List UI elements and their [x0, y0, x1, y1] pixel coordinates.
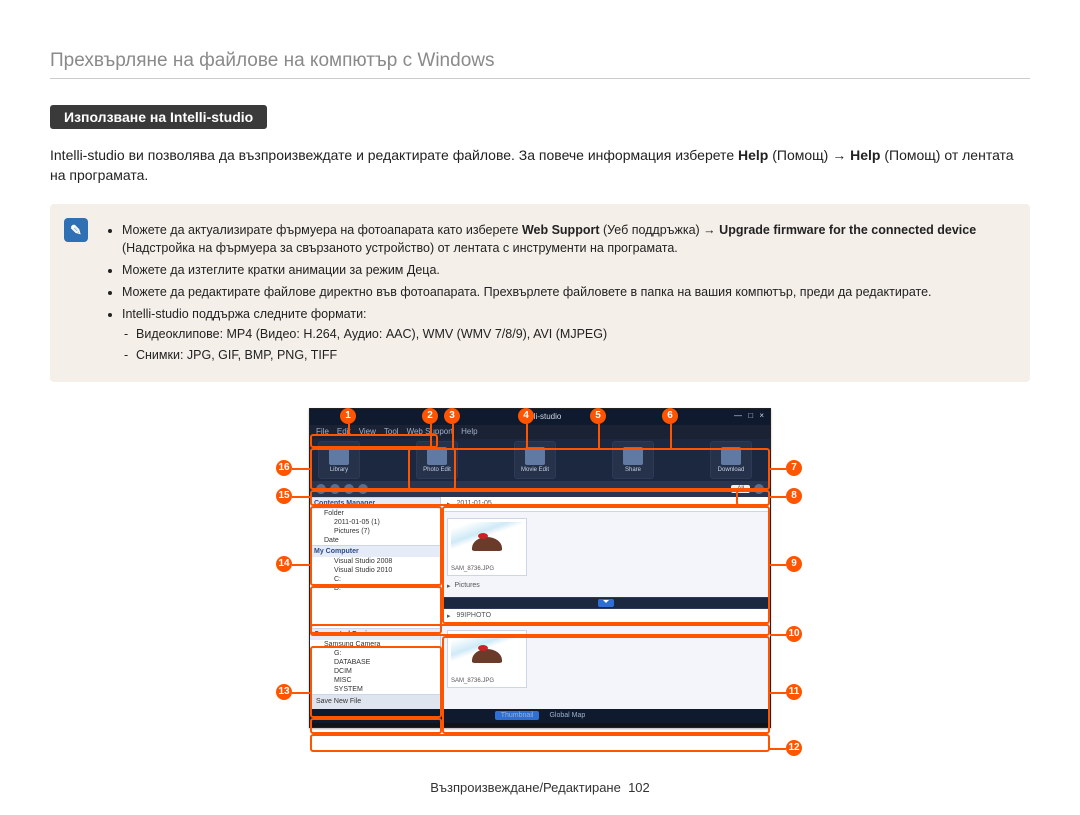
highlight-all	[736, 490, 770, 506]
divider-line	[50, 78, 1030, 79]
highlight-contents-manager	[310, 506, 442, 586]
callout-16: 16	[276, 460, 292, 476]
connector	[292, 496, 310, 498]
footer-label: Възпроизвеждане/Редактиране	[430, 780, 621, 795]
connector	[292, 692, 310, 694]
text: Intelli-studio ви позволява да възпроизв…	[50, 147, 738, 163]
note-item: Intelli-studio поддържа следните формати…	[122, 305, 1012, 365]
note-subitem: Видеоклипове: MP4 (Видео: H.264, Аудио: …	[122, 325, 1012, 344]
page-footer: Възпроизвеждане/Редактиране 102	[0, 780, 1080, 795]
callout-14: 14	[276, 556, 292, 572]
highlight-thumbs-top	[442, 506, 770, 624]
text-bold: Upgrade firmware for the connected devic…	[719, 223, 976, 237]
callout-2: 2	[422, 408, 438, 424]
text: (Уеб поддръжка) →	[603, 223, 719, 237]
callout-8: 8	[786, 488, 802, 504]
callout-3: 3	[444, 408, 460, 424]
text: Можете да актуализирате фърмуера на фото…	[122, 223, 522, 237]
note-item: Можете да редактирате файлове директно в…	[122, 283, 1012, 302]
callout-10: 10	[786, 626, 802, 642]
text-bold: Help	[738, 147, 768, 163]
connector	[292, 468, 310, 470]
connector	[348, 424, 350, 434]
note-list: Можете да актуализирате фърмуера на фото…	[106, 221, 1012, 365]
app-titlebar: Intelli-studio — □ ×	[310, 409, 770, 425]
callout-12: 12	[786, 740, 802, 756]
page-heading: Прехвърляне на файлове на компютър с Win…	[50, 50, 1030, 72]
highlight-divider	[310, 624, 770, 636]
callout-4: 4	[518, 408, 534, 424]
callout-5: 5	[590, 408, 606, 424]
text: Intelli-studio поддържа следните формати…	[122, 307, 367, 321]
connector	[770, 692, 786, 694]
connector	[452, 424, 454, 448]
window-buttons[interactable]: — □ ×	[734, 411, 766, 420]
text: (Помощ) →	[772, 147, 850, 163]
connector	[292, 564, 310, 566]
connector	[598, 424, 600, 448]
highlight-save	[310, 718, 442, 734]
highlight-menubar	[310, 434, 438, 448]
highlight-thumbs-bottom	[442, 636, 770, 734]
highlight-toolbar	[310, 448, 770, 490]
callout-7: 7	[786, 460, 802, 476]
text: (Надстройка на фърмуера за свързаното ус…	[122, 241, 678, 255]
highlight-subtoolbar	[310, 490, 770, 506]
note-icon: ✎	[64, 218, 88, 242]
footer-page-number: 102	[628, 780, 650, 795]
screenshot-diagram: 1 2 3 4 5 6 7 8 9 10 11 12 16 15 14 13	[270, 408, 810, 728]
connector	[770, 468, 786, 470]
callout-6: 6	[662, 408, 678, 424]
note-item: Можете да актуализирате фърмуера на фото…	[122, 221, 1012, 259]
connector	[770, 564, 786, 566]
connector	[770, 748, 786, 750]
connector	[670, 424, 672, 448]
callout-11: 11	[786, 684, 802, 700]
menu-item[interactable]: Help	[461, 427, 477, 436]
callout-9: 9	[786, 556, 802, 572]
callout-13: 13	[276, 684, 292, 700]
callout-15: 15	[276, 488, 292, 504]
note-box: ✎ Можете да актуализирате фърмуера на фо…	[50, 204, 1030, 382]
highlight-connected-device	[310, 646, 442, 718]
section-title: Използване на Intelli-studio	[50, 105, 267, 129]
text-bold: Help	[850, 147, 880, 163]
callout-1: 1	[340, 408, 356, 424]
connector	[526, 424, 528, 448]
highlight-footer	[310, 734, 770, 752]
note-subitem: Снимки: JPG, GIF, BMP, PNG, TIFF	[122, 346, 1012, 365]
intro-paragraph: Intelli-studio ви позволява да възпроизв…	[50, 145, 1030, 186]
text-bold: Web Support	[522, 223, 600, 237]
note-item: Можете да изтеглите кратки анимации за р…	[122, 261, 1012, 280]
connector	[770, 634, 786, 636]
connector	[770, 496, 786, 498]
